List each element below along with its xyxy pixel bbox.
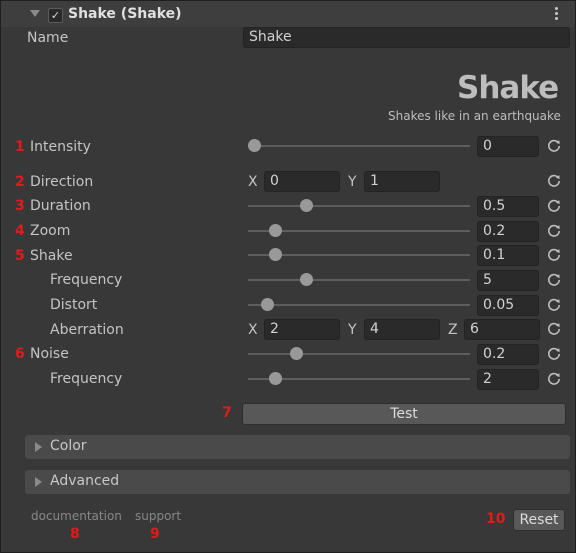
shake-logo: Shake [457, 70, 559, 106]
duration-field[interactable]: 0.5 [477, 196, 539, 217]
reset-icon[interactable] [546, 346, 562, 362]
slider-thumb[interactable] [300, 273, 314, 286]
frequency-label: Frequency [50, 272, 123, 288]
slider-thumb[interactable] [268, 372, 282, 385]
annotation-2: 2 [15, 174, 25, 190]
reset-icon[interactable] [546, 173, 562, 189]
annotation-3: 3 [15, 198, 25, 214]
direction-y-label: Y [348, 174, 357, 190]
zoom-field[interactable]: 0.2 [477, 221, 539, 242]
shake-slider[interactable] [248, 248, 470, 262]
zoom-slider[interactable] [248, 224, 470, 238]
noise-label: Noise [30, 346, 69, 362]
distort-slider[interactable] [248, 298, 470, 312]
effect-description: Shakes like in an earthquake [388, 109, 561, 123]
advanced-foldout-label: Advanced [50, 473, 120, 489]
aberration-x-label: X [248, 322, 258, 338]
color-foldout-label: Color [50, 438, 87, 454]
support-link[interactable]: support [135, 509, 181, 523]
reset-icon[interactable] [546, 247, 562, 263]
noise-field[interactable]: 0.2 [477, 344, 539, 365]
enabled-checkbox[interactable]: ✓ [48, 8, 63, 23]
intensity-slider[interactable] [248, 139, 470, 153]
foldout-arrow-icon[interactable] [30, 10, 40, 17]
reset-icon[interactable] [546, 297, 562, 313]
distort-label: Distort [50, 297, 98, 313]
slider-thumb[interactable] [260, 298, 274, 311]
annotation-4: 4 [15, 223, 25, 239]
direction-x-field[interactable]: 0 [264, 171, 340, 192]
annotation-10: 10 [486, 511, 506, 527]
noise-frequency-label: Frequency [50, 371, 123, 387]
slider-thumb[interactable] [268, 248, 282, 261]
aberration-y-field[interactable]: 4 [364, 319, 440, 340]
duration-slider[interactable] [248, 199, 470, 213]
reset-icon[interactable] [546, 223, 562, 239]
annotation-1: 1 [15, 139, 25, 155]
intensity-field[interactable]: 0 [477, 136, 539, 157]
annotation-7: 7 [222, 405, 232, 421]
direction-y-field[interactable]: 1 [364, 171, 440, 192]
aberration-z-field[interactable]: 6 [464, 319, 540, 340]
annotation-9: 9 [150, 526, 160, 542]
component-header[interactable]: ✓ Shake (Shake) [1, 1, 575, 27]
slider-thumb[interactable] [300, 199, 314, 212]
reset-icon[interactable] [546, 272, 562, 288]
advanced-foldout[interactable]: Advanced [25, 470, 570, 494]
aberration-label: Aberration [50, 322, 124, 338]
reset-button[interactable]: Reset [513, 509, 565, 531]
foldout-arrow-icon [35, 477, 42, 487]
reset-icon[interactable] [546, 138, 562, 154]
slider-thumb[interactable] [289, 347, 303, 360]
reset-icon[interactable] [546, 371, 562, 387]
annotation-6: 6 [15, 346, 25, 362]
name-label: Name [27, 30, 69, 46]
distort-field[interactable]: 0.05 [477, 295, 539, 316]
aberration-y-label: Y [348, 322, 357, 338]
aberration-z-label: Z [448, 322, 458, 338]
name-field[interactable]: Shake [243, 27, 570, 48]
reset-icon[interactable] [546, 198, 562, 214]
test-button[interactable]: Test [242, 403, 566, 425]
frequency-slider[interactable] [248, 273, 470, 287]
reset-icon[interactable] [546, 321, 562, 337]
noise-slider[interactable] [248, 347, 470, 361]
noise-frequency-field[interactable]: 2 [477, 369, 539, 390]
noise-frequency-slider[interactable] [248, 372, 470, 386]
component-title: Shake (Shake) [68, 6, 182, 22]
slider-thumb[interactable] [248, 139, 261, 152]
more-options-icon[interactable] [554, 7, 560, 23]
annotation-8: 8 [70, 526, 80, 542]
shake-field[interactable]: 0.1 [477, 245, 539, 266]
direction-label: Direction [30, 174, 94, 190]
color-foldout[interactable]: Color [25, 435, 570, 459]
intensity-label: Intensity [30, 139, 91, 155]
aberration-x-field[interactable]: 2 [264, 319, 340, 340]
duration-label: Duration [30, 198, 91, 214]
annotation-5: 5 [15, 248, 25, 264]
documentation-link[interactable]: documentation [31, 509, 122, 523]
direction-x-label: X [248, 174, 258, 190]
foldout-arrow-icon [35, 442, 42, 452]
zoom-label: Zoom [30, 223, 71, 239]
slider-thumb[interactable] [268, 224, 282, 237]
shake-label: Shake [30, 248, 73, 264]
frequency-field[interactable]: 5 [477, 270, 539, 291]
